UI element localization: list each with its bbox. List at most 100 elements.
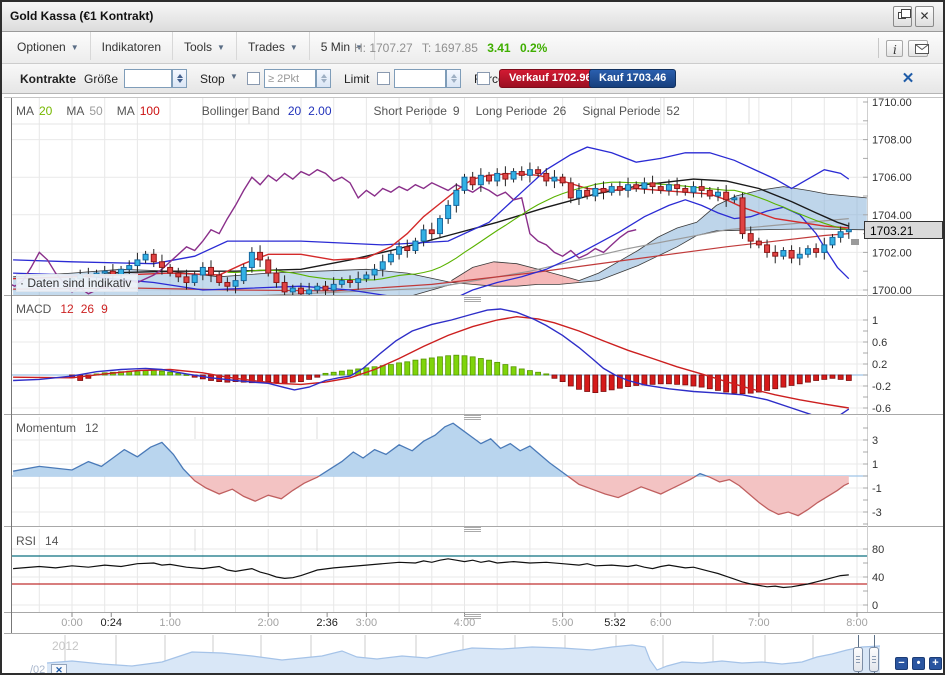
rsi-legend: RSI 14 [16,534,58,548]
legend-item: 26 [553,104,566,118]
svg-text:01/03: 01/03 [667,664,695,675]
quote-strip: H: 1707.27 T: 1697.85 3.41 0.2% [354,41,553,55]
splitter-rsi-timeaxis[interactable] [464,614,481,619]
quote-change: 3.41 [487,41,510,55]
limit-input[interactable] [394,69,446,88]
legend-item: 20 [288,104,301,118]
main-chart-legend: MA 20 MA 50 MA 100 Bollinger Band 20 2.00 Short P… [16,104,680,118]
legend-item: 9 [101,302,108,316]
restore-button[interactable] [893,6,912,27]
navigator-year-label: 2012 [52,639,79,653]
menu-item-indikatoren[interactable]: Indikatoren [91,32,173,60]
order-bar: Kontrakte Größe Stop▼ ≥ 2Pkt Limit Force… [2,64,943,94]
quote-low: T: 1697.85 [422,41,478,55]
restore-icon [898,12,906,19]
menu-bar: Optionen▼IndikatorenTools▼Trades▼5 Min▼ … [2,32,943,64]
stop-checkbox[interactable] [247,72,260,85]
svg-text:22/02: 22/02 [467,664,495,675]
legend-item: Signal Periode [582,104,660,118]
macd-legend: MACD 12 26 9 [16,302,108,316]
splitter-main-macd[interactable] [464,297,481,302]
svg-text:16/02: 16/02 [315,664,343,675]
close-icon: ✕ [919,9,929,23]
legend-item: 14 [45,534,58,548]
chart-area[interactable] [2,94,943,633]
window-title: Gold Kassa (€1 Kontrakt) [10,9,153,23]
legend-item: MA [16,104,34,118]
legend-item: 12 [85,421,98,435]
size-label: Größe [84,72,118,86]
menu-item-tools[interactable]: Tools▼ [173,32,237,60]
navigator-strip: /02 07/02 08/02 10/02 13/02 15/02 16/02 19/02 21… [30,635,880,675]
splitter-momentum-rsi[interactable] [464,527,481,532]
chevron-down-icon: ▼ [290,43,298,52]
size-stepper[interactable] [172,69,187,88]
menu-items: Optionen▼IndikatorenTools▼Trades▼5 Min▼ [6,32,375,60]
legend-item: MACD [16,302,51,316]
close-panel-button[interactable]: ✕ [899,69,917,87]
svg-text:07/02: 07/02 [69,664,97,675]
info-icon: i [893,43,897,57]
buy-button[interactable]: Kauf 1703.46 [589,69,676,88]
svg-text:/02: /02 [30,664,45,675]
legend-item: MA [66,104,84,118]
momentum-legend: Momentum12 [16,421,98,435]
indicative-data-note: · Daten sind indikativ [16,274,138,292]
legend-item: 2.00 [308,104,331,118]
stop-label: Stop [200,72,225,86]
legend-item: 100 [140,104,160,118]
legend-item: MA [117,104,135,118]
svg-text:06/03: 06/03 [769,664,797,675]
chevron-down-icon: ▼ [217,43,225,52]
limit-stepper[interactable] [446,69,461,88]
navigator-handle-right[interactable] [869,647,879,672]
contracts-label: Kontrakte [20,72,76,86]
svg-text:24/02: 24/02 [519,664,547,675]
splitter-macd-momentum[interactable] [464,415,481,420]
svg-text:21/02: 21/02 [420,664,448,675]
info-button[interactable]: i [886,40,903,57]
mail-icon [915,44,929,54]
stop-arrow-icon[interactable]: ▼ [230,72,238,81]
legend-item: 26 [81,302,94,316]
legend-item: 9 [453,104,460,118]
mail-button[interactable] [908,40,928,57]
stop-stepper[interactable] [316,69,331,88]
size-input[interactable] [124,69,172,88]
limit-label: Limit [344,72,369,86]
menu-item-optionen[interactable]: Optionen▼ [6,32,91,60]
close-window-button[interactable]: ✕ [915,6,934,27]
zoom-reset-button[interactable]: • [912,657,925,670]
svg-text:02/03: 02/03 [717,664,745,675]
legend-item: 12 [60,302,73,316]
svg-text:10/02: 10/02 [169,664,197,675]
legend-item: RSI [16,534,36,548]
legend-item: 20 [39,104,52,118]
trading-window: Gold Kassa (€1 Kontrakt) ✕ Optionen▼Indi… [0,0,945,675]
zoom-in-button[interactable]: + [929,657,942,670]
navigator-close-button[interactable]: ✕ [51,664,67,675]
svg-text:19/02: 19/02 [369,664,397,675]
legend-item: 52 [666,104,679,118]
title-bar[interactable]: Gold Kassa (€1 Kontrakt) ✕ [2,2,943,32]
svg-text:08/02: 08/02 [120,664,148,675]
svg-text:15/02: 15/02 [265,664,293,675]
navigator-handle-left[interactable] [853,647,863,672]
stop-input[interactable]: ≥ 2Pkt [264,69,316,88]
legend-item: Short Periode [374,104,447,118]
svg-text:07/03: 07/03 [817,664,845,675]
zoom-out-button[interactable]: − [895,657,908,670]
legend-item: Long Periode [476,104,547,118]
legend-item: Bollinger Band [202,104,280,118]
quote-change-pct: 0.2% [520,41,547,55]
quote-high: H: 1707.27 [354,41,413,55]
svg-text:27/02: 27/02 [569,664,597,675]
toolbar-separator [878,38,879,58]
chevron-down-icon: ▼ [71,43,79,52]
legend-item: 50 [89,104,102,118]
limit-checkbox[interactable] [377,72,390,85]
sell-button[interactable]: Verkauf 1702.96 [499,69,602,88]
svg-text:13/02: 13/02 [217,664,245,675]
menu-item-trades[interactable]: Trades▼ [237,32,310,60]
navigator-area [47,645,880,675]
